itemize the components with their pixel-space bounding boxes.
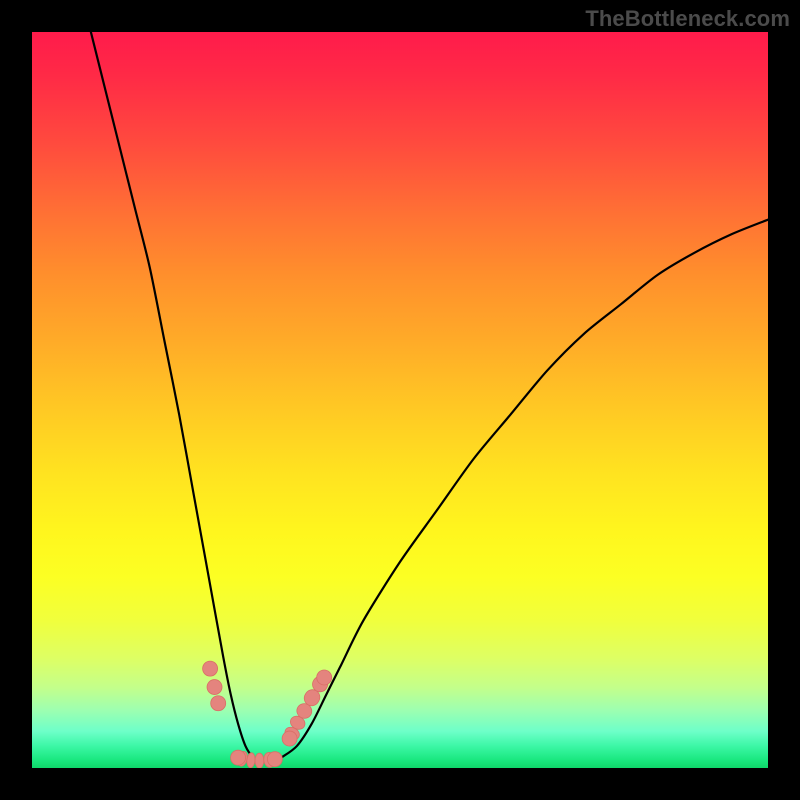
data-marker <box>282 731 297 746</box>
data-marker <box>255 753 264 768</box>
data-marker <box>211 696 226 711</box>
data-marker <box>267 752 282 767</box>
data-marker <box>317 670 332 685</box>
watermark-text: TheBottleneck.com <box>585 6 790 32</box>
chart-frame: TheBottleneck.com <box>0 0 800 800</box>
data-marker <box>207 680 222 695</box>
data-marker <box>203 661 218 676</box>
plot-area <box>32 32 768 768</box>
bottleneck-curve <box>91 32 768 761</box>
data-marker <box>246 752 255 768</box>
chart-svg <box>32 32 768 768</box>
data-markers <box>203 661 332 768</box>
data-marker <box>231 750 246 765</box>
